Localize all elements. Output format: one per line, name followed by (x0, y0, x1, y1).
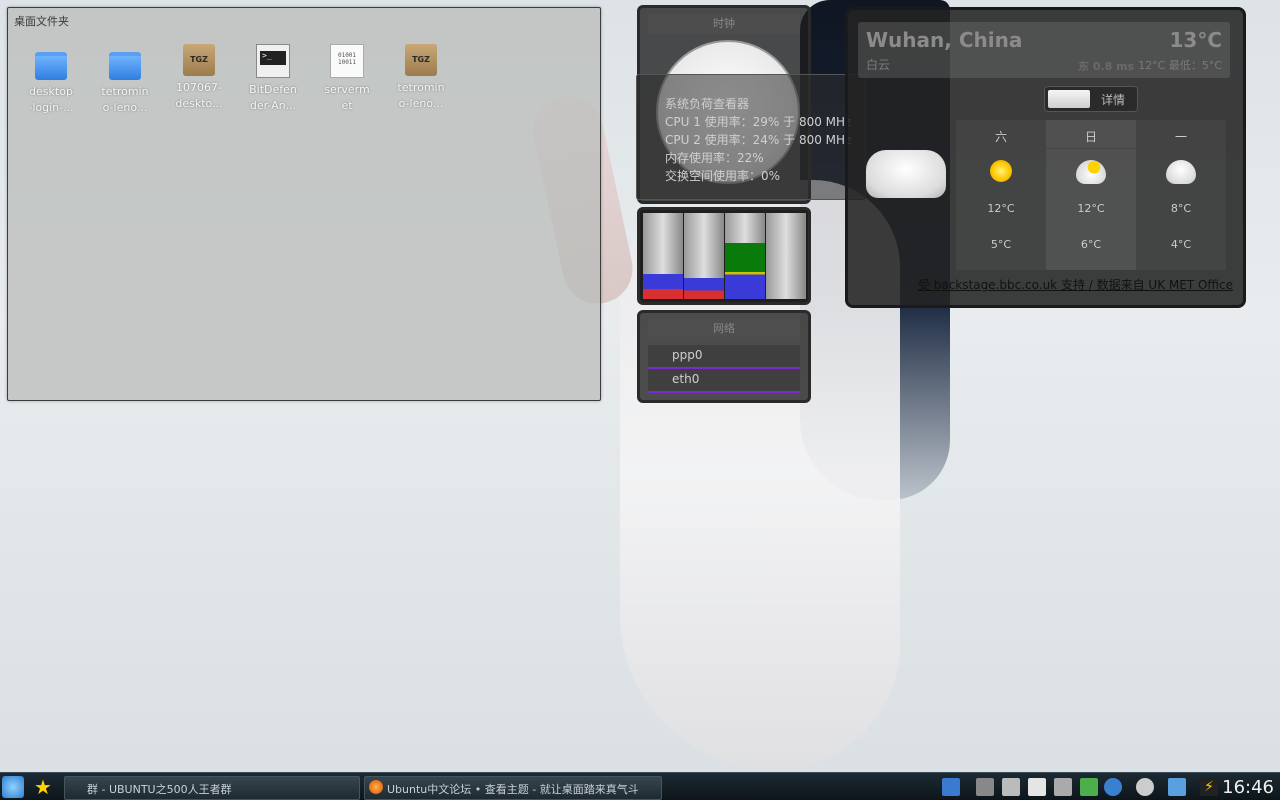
system-load-tooltip: 系统负荷查看器 CPU 1 使用率：29% 于 800 MHz CPU 2 使用… (636, 74, 866, 200)
folder-view-title: 桌面文件夹 (14, 15, 69, 28)
folder-icon (109, 52, 141, 80)
icon-badge: TGZ (190, 55, 208, 64)
task-label: 群 - UBUNTU之500人王者群 (87, 783, 232, 796)
forecast-high: 8°C (1170, 202, 1192, 215)
task-button-qq-group[interactable]: 群 - UBUNTU之500人王者群 (64, 776, 360, 800)
weather-wind: 东 0.8 ms (1078, 60, 1135, 73)
network-interface-ppp0[interactable]: ppp0 (648, 345, 800, 369)
file-label: BitDefen (249, 83, 297, 96)
task-button-firefox[interactable]: Ubuntu中文论坛 • 查看主题 - 就让桌面踏来真气斗 (364, 776, 662, 800)
monitor-icon[interactable] (1168, 778, 1186, 796)
weather-header: Wuhan, China 13°C 白云 东 0.8 ms 12°C 最低：5°… (858, 22, 1230, 78)
memory-load-fill (725, 243, 765, 299)
desktop-folder-view[interactable]: 桌面文件夹 desktop -login-... tetromin o-leno… (7, 7, 601, 401)
tools-icon[interactable] (1054, 778, 1072, 796)
forecast-day: 六 (956, 128, 1046, 149)
file-item[interactable]: 01001 10011 serverm et (312, 44, 382, 114)
terminal-script-icon: >_ (256, 44, 290, 78)
icon-badge: 01001 10011 (337, 52, 357, 66)
file-label-2: der-An... (249, 99, 297, 112)
binary-file-icon: 01001 10011 (330, 44, 364, 78)
file-label-2: -login-... (28, 101, 74, 114)
weather-widget[interactable]: Wuhan, China 13°C 白云 东 0.8 ms 12°C 最低：5°… (845, 7, 1246, 308)
toggle-details-button[interactable]: 详情 (1101, 91, 1125, 108)
network-tray-icon[interactable] (976, 778, 994, 796)
file-label-2: deskto... (175, 97, 223, 110)
file-item[interactable]: tetromin o-leno... (90, 44, 160, 116)
task-label: Ubuntu中文论坛 • 查看主题 - 就让桌面踏来真气斗 (387, 783, 639, 796)
clipboard-icon[interactable] (1028, 778, 1046, 796)
tooltip-line: CPU 2 使用率：24% 于 800 MHz (665, 133, 852, 147)
forecast-column: 一 8°C 4°C (1136, 120, 1226, 270)
interface-label: ppp0 (672, 348, 703, 362)
forecast-day: 一 (1136, 128, 1226, 149)
screen-icon[interactable] (942, 778, 960, 796)
network-widget[interactable]: 网络 ppp0 eth0 (637, 310, 811, 403)
weather-forecast-table: 六 12°C 5°C 日 12°C 6°C 一 8°C 4°C (956, 120, 1226, 270)
kde-menu-icon[interactable] (2, 776, 24, 798)
cpu2-load-bar (684, 213, 724, 299)
forecast-column: 六 12°C 5°C (956, 120, 1046, 270)
weather-credit-link[interactable]: 受 backstage.bbc.co.uk 支持 / 数据来自 UK MET O… (918, 276, 1233, 293)
file-label-2: o-leno... (102, 101, 148, 114)
weather-city: Wuhan, China (866, 28, 1023, 52)
tgz-archive-icon: TGZ (405, 44, 437, 76)
tooltip-line: 内存使用率：22% (665, 151, 764, 165)
weather-range: 12°C 最低：5°C (1138, 59, 1222, 72)
memory-load-bar (725, 213, 765, 299)
cloudy-icon (1166, 160, 1196, 184)
network-widget-title: 网络 (648, 319, 800, 339)
forecast-low: 5°C (990, 238, 1012, 251)
tooltip-line: CPU 1 使用率：29% 于 800 MHz (665, 115, 852, 129)
sunny-icon (990, 160, 1012, 182)
interface-label: eth0 (672, 372, 700, 386)
tgz-archive-icon: TGZ (183, 44, 215, 76)
network-interface-eth0[interactable]: eth0 (648, 369, 800, 393)
file-item[interactable]: >_ BitDefen der-An... (238, 44, 308, 114)
forecast-high: 12°C (987, 202, 1015, 215)
file-label-2: o-leno... (398, 97, 444, 110)
taskbar: ★ 群 - UBUNTU之500人王者群 Ubuntu中文论坛 • 查看主题 -… (0, 772, 1280, 800)
icon-badge: >_ (260, 51, 286, 65)
file-item[interactable]: desktop -login-... (16, 44, 86, 116)
users-icon[interactable] (1080, 778, 1098, 796)
file-label-2: et (341, 99, 353, 112)
globe-icon[interactable] (1104, 778, 1122, 796)
partly-cloudy-icon (1076, 160, 1106, 184)
cpu2-load-fill (684, 278, 724, 299)
volume-icon[interactable] (1002, 778, 1020, 796)
file-label: 107067- (176, 81, 222, 94)
tooltip-title: 系统负荷查看器 (665, 97, 750, 111)
firefox-icon (369, 780, 383, 794)
file-label: tetromin (101, 85, 149, 98)
tooltip-line: 交换空间使用率：0% (665, 169, 781, 183)
forecast-day: 日 (1046, 128, 1136, 149)
taskbar-clock[interactable]: 16:46 (1222, 777, 1274, 798)
toggle-forecast-button[interactable] (1048, 90, 1090, 108)
file-label: desktop (29, 85, 73, 98)
star-favorites-icon[interactable]: ★ (32, 776, 54, 798)
icon-badge: TGZ (412, 55, 430, 64)
file-label: serverm (324, 83, 370, 96)
info-icon[interactable] (1136, 778, 1154, 796)
forecast-low: 4°C (1170, 238, 1192, 251)
weather-condition: 白云 (866, 58, 891, 72)
forecast-high: 12°C (1077, 202, 1105, 215)
system-load-widget[interactable] (637, 207, 811, 305)
current-cloudy-icon (866, 150, 946, 198)
weather-current-temp: 13°C (1169, 28, 1222, 52)
file-label: tetromin (397, 81, 445, 94)
file-item[interactable]: TGZ tetromin o-leno... (386, 44, 456, 112)
clock-widget-title: 时钟 (648, 14, 800, 34)
folder-icon (35, 52, 67, 80)
swap-load-bar (766, 213, 806, 299)
forecast-column: 日 12°C 6°C (1046, 120, 1136, 270)
weather-view-toggle[interactable]: 详情 (1044, 86, 1138, 112)
file-item[interactable]: TGZ 107067- deskto... (164, 44, 234, 112)
cpu1-load-bar (643, 213, 683, 299)
power-icon[interactable]: ⚡ (1200, 778, 1218, 796)
cpu1-load-fill (643, 274, 683, 299)
forecast-low: 6°C (1080, 238, 1102, 251)
